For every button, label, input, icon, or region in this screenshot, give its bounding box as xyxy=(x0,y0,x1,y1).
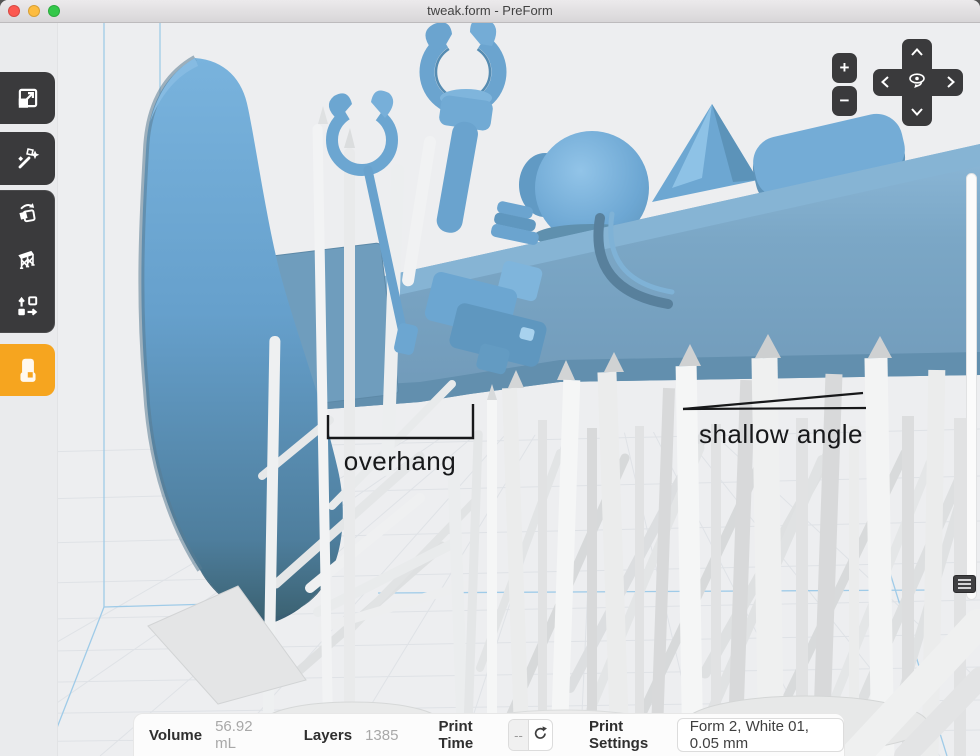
layer-slider-handle[interactable] xyxy=(953,575,976,593)
support-forest xyxy=(480,334,966,756)
print-time-label: Print Time xyxy=(438,718,495,752)
reset-view-button[interactable] xyxy=(905,70,929,94)
window-title: tweak.form - PreForm xyxy=(0,0,980,22)
shallow-angle-label: shallow angle xyxy=(671,419,891,450)
rotate-up-button[interactable] xyxy=(907,42,927,62)
supports-icon xyxy=(14,246,40,277)
tool-one-click-print-button[interactable] xyxy=(0,132,55,185)
volume-label: Volume xyxy=(149,727,202,744)
chevron-right-icon xyxy=(948,77,954,87)
refresh-icon xyxy=(532,725,549,746)
chevron-up-icon xyxy=(912,50,922,56)
volume-value: 56.92 mL xyxy=(215,718,264,752)
zoom-out-button[interactable]: − xyxy=(832,86,857,116)
tool-supports-button[interactable] xyxy=(0,238,54,285)
rotate-left-button[interactable] xyxy=(875,72,895,92)
scale-icon xyxy=(15,85,41,111)
viewport-3d[interactable] xyxy=(0,22,980,756)
layout-icon xyxy=(14,293,40,324)
tool-print-button[interactable] xyxy=(0,344,55,396)
tool-group xyxy=(0,190,55,333)
tool-layout-button[interactable] xyxy=(0,285,54,332)
shallow-angle-baseline xyxy=(683,408,866,409)
magic-wand-icon xyxy=(15,146,41,172)
status-bar: Volume 56.92 mL Layers 1385 Print Time -… xyxy=(133,713,845,756)
print-time-value: -- xyxy=(509,720,529,750)
print-time-control: -- xyxy=(508,719,553,751)
zoom-out-label: − xyxy=(840,91,850,111)
layer-slider-track[interactable] xyxy=(966,173,977,600)
rotate-right-button[interactable] xyxy=(941,72,961,92)
chevron-down-icon xyxy=(912,109,922,115)
rotate-down-button[interactable] xyxy=(907,102,927,122)
layers-label: Layers xyxy=(304,727,352,744)
zoom-controls: + − xyxy=(832,53,857,116)
titlebar: tweak.form - PreForm xyxy=(0,0,980,23)
preform-window: overhang shallow angle xyxy=(0,0,980,756)
layers-value: 1385 xyxy=(365,727,398,744)
orient-icon xyxy=(14,199,40,230)
print-time-refresh-button[interactable] xyxy=(529,720,552,750)
scene-canvas xyxy=(0,22,980,756)
overhang-label: overhang xyxy=(310,446,490,477)
tool-orientation-button[interactable] xyxy=(0,191,54,238)
tool-size-button[interactable] xyxy=(0,72,55,124)
print-settings-value: Form 2, White 01, 0.05 mm xyxy=(690,718,831,752)
print-settings-label: Print Settings xyxy=(589,718,665,752)
chevron-left-icon xyxy=(883,77,889,87)
printer-cartridge-icon xyxy=(14,356,42,384)
print-settings-selector[interactable]: Form 2, White 01, 0.05 mm xyxy=(677,718,844,752)
slider-grip-icon xyxy=(958,579,971,581)
orbit-view-eye-icon xyxy=(905,69,929,96)
zoom-in-button[interactable]: + xyxy=(832,53,857,83)
zoom-in-label: + xyxy=(840,58,850,78)
